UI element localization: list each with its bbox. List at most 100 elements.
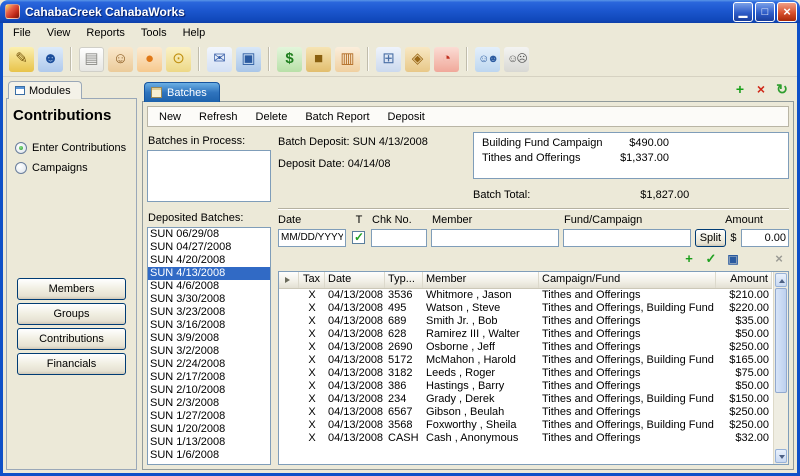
entry-member-input[interactable] xyxy=(431,229,559,247)
deposited-batch-item[interactable]: SUN 2/3/2008 xyxy=(148,397,270,410)
column-header-member[interactable]: Member xyxy=(423,272,539,288)
table-row[interactable]: X 04/13/2008 495 Watson , Steve Tithes a… xyxy=(279,302,772,315)
deposited-batch-item[interactable]: SUN 4/13/2008 xyxy=(148,267,270,280)
scrollbar-track[interactable] xyxy=(775,394,787,449)
radio-campaigns[interactable]: Campaigns xyxy=(15,162,128,174)
delete-batch-icon[interactable]: × xyxy=(753,81,769,97)
table-row[interactable]: X 04/13/2008 6567 Gibson , Beulah Tithes… xyxy=(279,406,772,419)
entry-fund-input[interactable] xyxy=(563,229,691,247)
accept-entry-icon[interactable]: ✓ xyxy=(703,251,719,267)
theater-masks-icon[interactable]: ☺☹ xyxy=(504,47,529,72)
scrollbar-thumb[interactable] xyxy=(775,288,787,393)
cell-date: 04/13/2008 xyxy=(325,341,385,354)
column-header-fund[interactable]: Campaign/Fund xyxy=(539,272,716,288)
spreadsheet-icon[interactable]: ⊞ xyxy=(376,47,401,72)
table-row[interactable]: X 04/13/2008 3568 Foxworthy , Sheila Tit… xyxy=(279,419,772,432)
deposited-batch-item[interactable]: SUN 2/24/2008 xyxy=(148,358,270,371)
radio-enter-contributions[interactable]: Enter Contributions xyxy=(15,142,128,154)
new-entry-window-icon[interactable]: ▣ xyxy=(725,251,741,267)
families-icon[interactable]: ☺ xyxy=(108,47,133,72)
add-entry-icon[interactable]: + xyxy=(681,251,697,267)
members-icon[interactable]: ☻ xyxy=(38,47,63,72)
deposited-batch-item[interactable]: SUN 3/16/2008 xyxy=(148,319,270,332)
deposited-batch-item[interactable]: SUN 1/13/2008 xyxy=(148,436,270,449)
table-row[interactable]: X 04/13/2008 CASH Cash , Anonymous Tithe… xyxy=(279,432,772,445)
tab-batches[interactable]: Batches xyxy=(144,82,220,102)
column-header-tax[interactable]: Tax xyxy=(299,272,325,288)
register-icon[interactable]: ▥ xyxy=(335,47,360,72)
table-row[interactable]: X 04/13/2008 386 Hastings , Barry Tithes… xyxy=(279,380,772,393)
menu-item[interactable]: Help xyxy=(175,25,214,41)
cell-tax: X xyxy=(299,328,325,341)
table-row[interactable]: X 04/13/2008 689 Smith Jr. , Bob Tithes … xyxy=(279,315,772,328)
split-button[interactable]: Split xyxy=(695,229,726,247)
deposited-batch-item[interactable]: SUN 3/23/2008 xyxy=(148,306,270,319)
radio-selected-icon xyxy=(15,142,27,154)
module-button[interactable]: Contributions xyxy=(17,328,126,350)
menu-item[interactable]: Tools xyxy=(133,25,175,41)
action-menu-item[interactable]: Delete xyxy=(247,109,297,125)
menu-item[interactable]: Reports xyxy=(78,25,133,41)
menu-item[interactable]: File xyxy=(5,25,39,41)
deposited-batch-item[interactable]: SUN 06/29/08 xyxy=(148,228,270,241)
table-scrollbar[interactable] xyxy=(773,272,788,464)
mail-icon[interactable]: ✉ xyxy=(207,47,232,72)
table-row[interactable]: X 04/13/2008 5172 McMahon , Harold Tithe… xyxy=(279,354,772,367)
refresh-batches-icon[interactable]: ↻ xyxy=(774,81,790,97)
alarm-clock-icon[interactable]: ◔ xyxy=(434,47,459,72)
cancel-entry-icon[interactable]: × xyxy=(771,251,787,267)
action-menu-item[interactable]: Batch Report xyxy=(296,109,378,125)
column-header-amount[interactable]: Amount xyxy=(716,272,772,288)
tax-checkbox[interactable] xyxy=(352,231,365,244)
column-header-type[interactable]: Typ... xyxy=(385,272,423,288)
box-icon[interactable]: ▣ xyxy=(236,47,261,72)
deposited-batch-item[interactable]: SUN 3/2/2008 xyxy=(148,345,270,358)
deposited-batch-item[interactable]: SUN 1/27/2008 xyxy=(148,410,270,423)
tab-modules[interactable]: Modules xyxy=(8,81,82,99)
entry-check-no-input[interactable] xyxy=(371,229,427,247)
deposited-batch-item[interactable]: SUN 1/6/2008 xyxy=(148,449,270,462)
table-row[interactable]: X 04/13/2008 234 Grady , Derek Tithes an… xyxy=(279,393,772,406)
module-button[interactable]: Groups xyxy=(17,303,126,325)
module-button[interactable]: Members xyxy=(17,278,126,300)
scroll-down-icon[interactable] xyxy=(775,449,787,463)
row-selector-column-header[interactable] xyxy=(279,272,299,288)
scroll-up-icon[interactable] xyxy=(775,273,787,287)
contributions-icon[interactable]: $ xyxy=(277,47,302,72)
deposited-batch-item[interactable]: SUN 1/20/2008 xyxy=(148,423,270,436)
module-button[interactable]: Financials xyxy=(17,353,126,375)
gift-icon[interactable]: ◈ xyxy=(405,47,430,72)
table-row[interactable]: X 04/13/2008 3536 Whitmore , Jason Tithe… xyxy=(279,289,772,302)
pills-icon[interactable]: ● xyxy=(137,47,162,72)
cell-member: Ramirez III , Walter xyxy=(423,328,539,341)
column-header-date[interactable]: Date xyxy=(325,272,385,288)
deposited-batch-item[interactable]: SUN 2/10/2008 xyxy=(148,384,270,397)
action-menu-item[interactable]: Refresh xyxy=(190,109,247,125)
table-row[interactable]: X 04/13/2008 3182 Leeds , Roger Tithes a… xyxy=(279,367,772,380)
people-talking-icon[interactable]: ☺☻ xyxy=(475,47,500,72)
modules-icon xyxy=(15,86,25,95)
maximize-button[interactable]: □ xyxy=(755,2,775,22)
treasure-chest-icon[interactable]: ■ xyxy=(306,47,331,72)
cell-amount: $210.00 xyxy=(716,289,772,302)
deposited-batch-item[interactable]: SUN 04/27/2008 xyxy=(148,241,270,254)
deposited-batch-item[interactable]: SUN 3/9/2008 xyxy=(148,332,270,345)
deposited-batch-item[interactable]: SUN 4/20/2008 xyxy=(148,254,270,267)
minimize-button[interactable]: ▁ xyxy=(733,2,753,22)
table-row[interactable]: X 04/13/2008 2690 Osborne , Jeff Tithes … xyxy=(279,341,772,354)
batches-in-process-list[interactable] xyxy=(147,150,271,202)
document-icon[interactable]: ▤ xyxy=(79,47,104,72)
deposited-batch-item[interactable]: SUN 4/6/2008 xyxy=(148,280,270,293)
entry-date-input[interactable] xyxy=(278,229,346,247)
close-button[interactable]: × xyxy=(777,2,797,22)
menu-item[interactable]: View xyxy=(39,25,79,41)
action-menu-item[interactable]: Deposit xyxy=(379,109,434,125)
deposited-batch-item[interactable]: SUN 2/17/2008 xyxy=(148,371,270,384)
entry-amount-input[interactable] xyxy=(741,229,789,247)
keys-icon[interactable]: ⊙ xyxy=(166,47,191,72)
deposited-batch-item[interactable]: SUN 3/30/2008 xyxy=(148,293,270,306)
notes-icon[interactable]: ✎ xyxy=(9,47,34,72)
action-menu-item[interactable]: New xyxy=(150,109,190,125)
table-row[interactable]: X 04/13/2008 628 Ramirez III , Walter Ti… xyxy=(279,328,772,341)
add-batch-icon[interactable]: + xyxy=(732,81,748,97)
